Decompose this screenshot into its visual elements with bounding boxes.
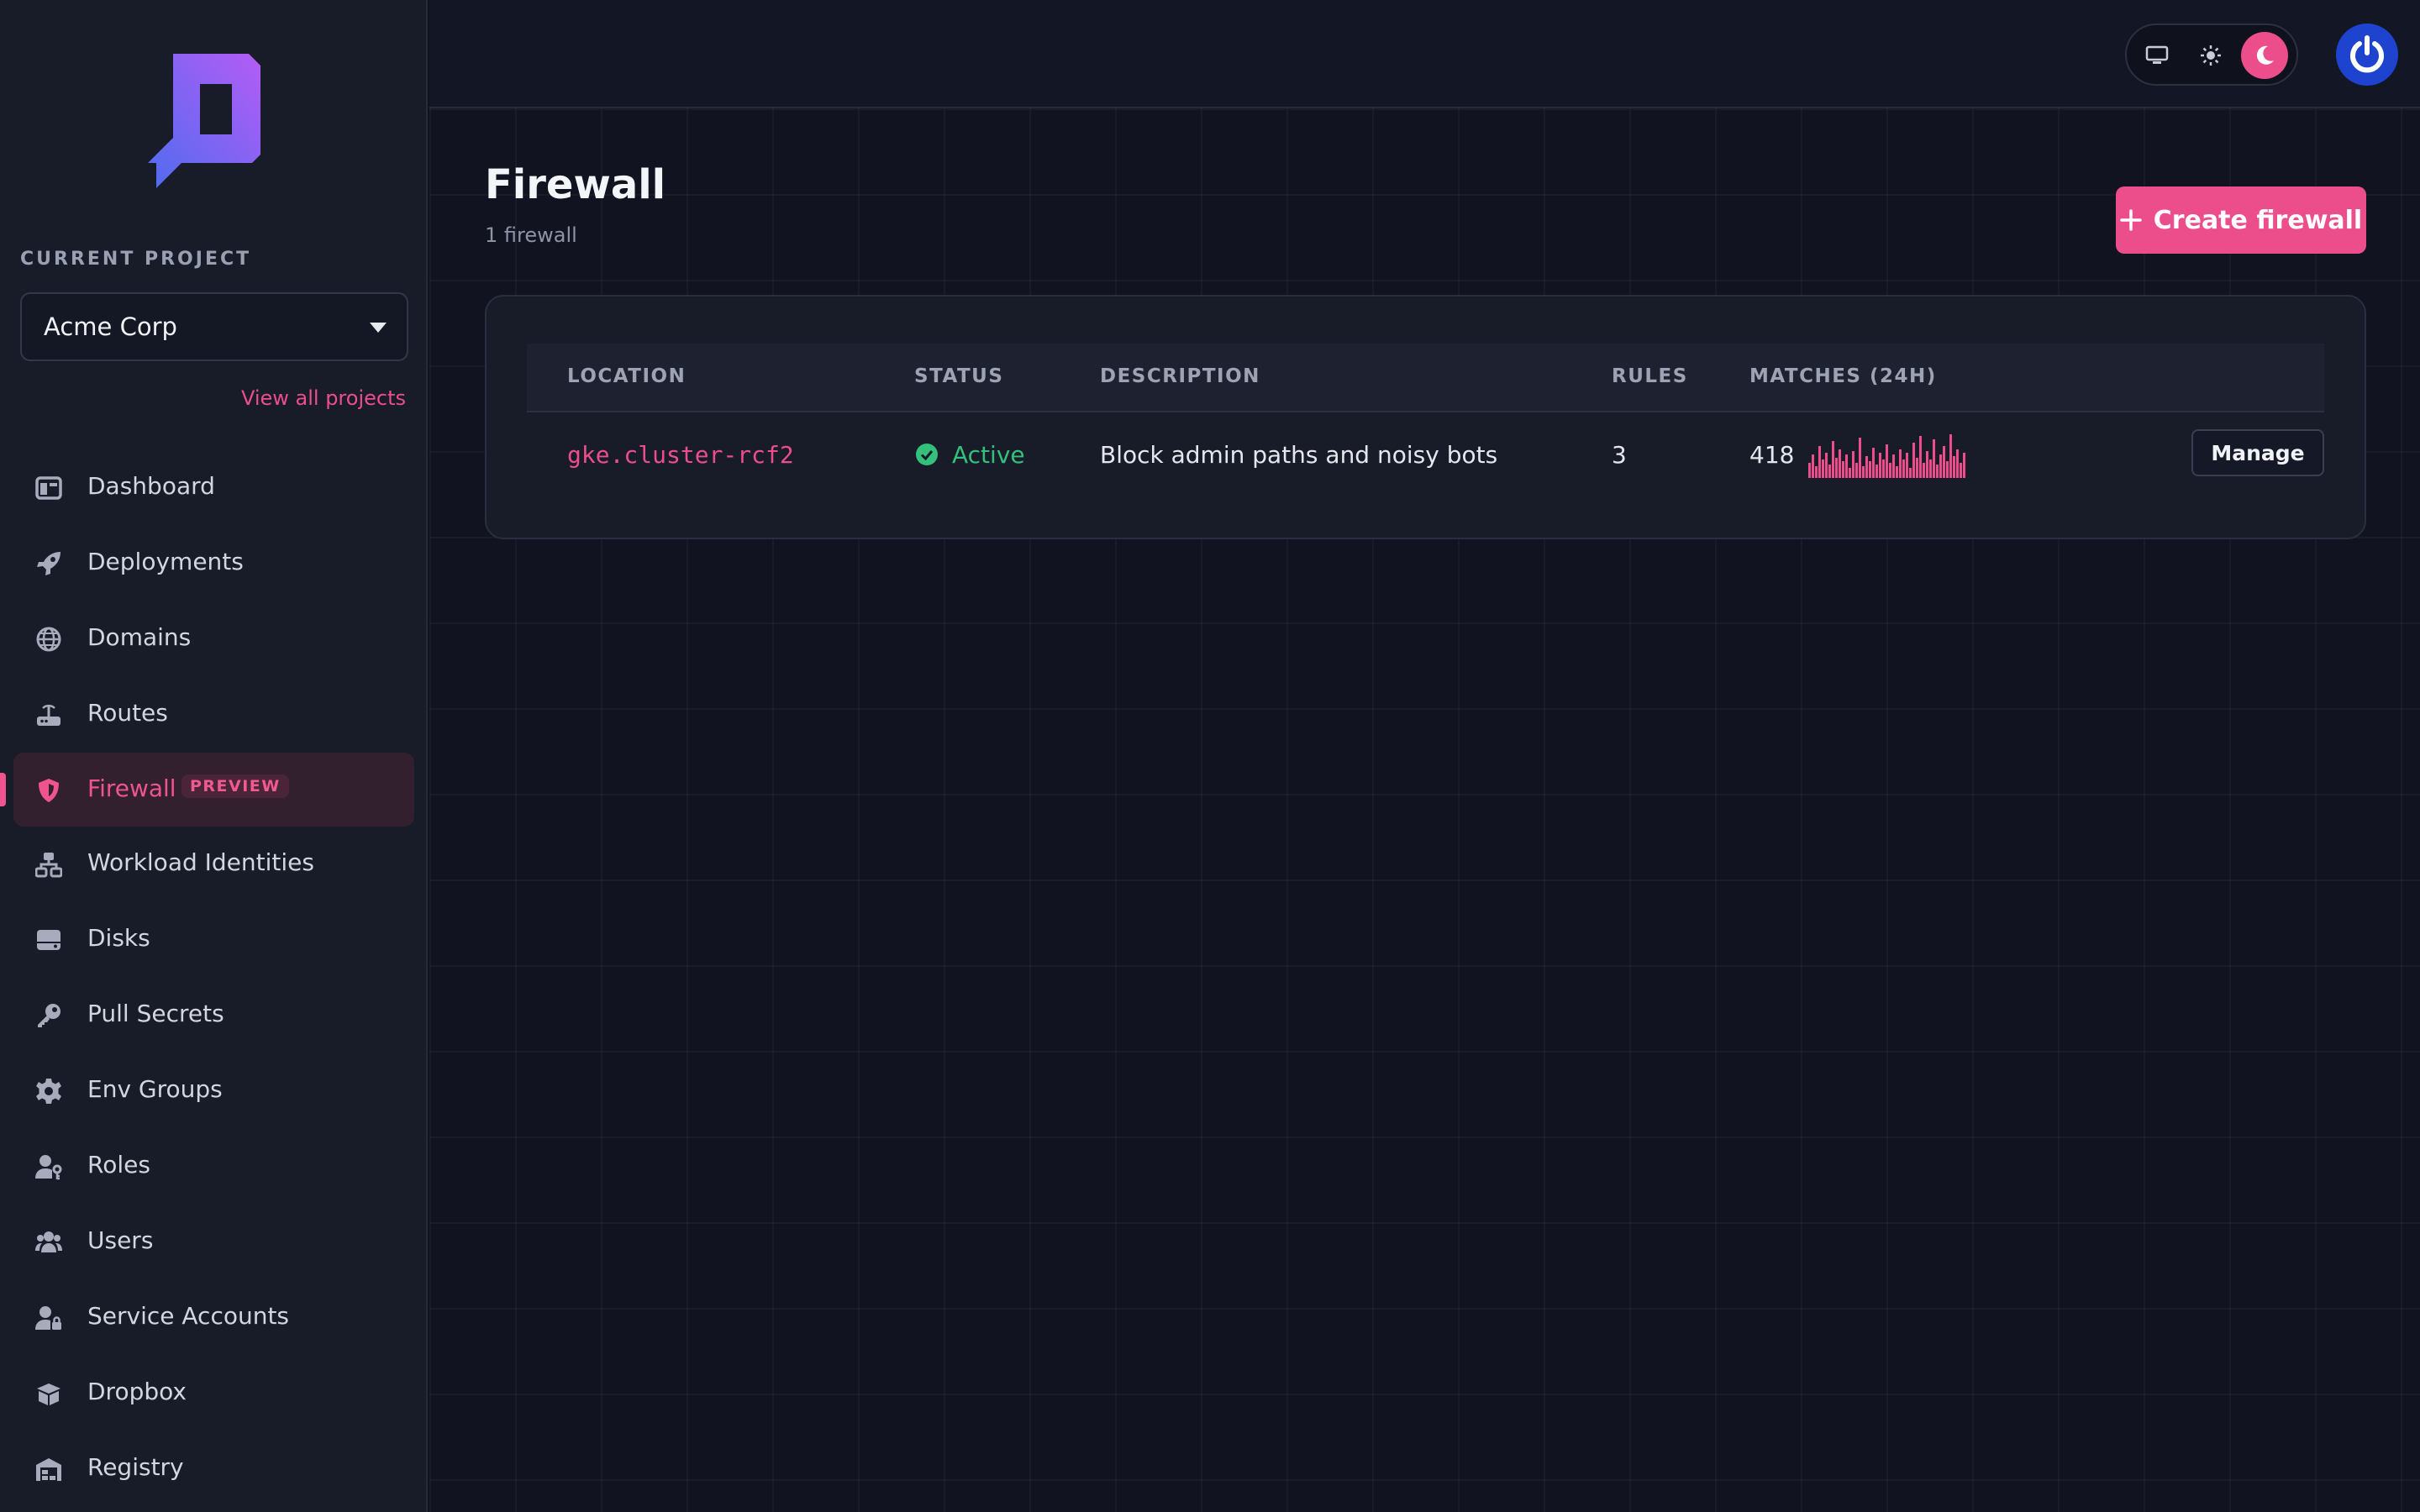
caret-down-icon bbox=[370, 323, 387, 333]
column-header-description: DESCRIPTION bbox=[1100, 365, 1260, 387]
column-header-location: LOCATION bbox=[567, 365, 687, 387]
sidebar-item-deployments[interactable]: Deployments bbox=[0, 526, 428, 601]
sidebar-item-label: Dashboard bbox=[87, 472, 215, 500]
sidebar-item-label: Service Accounts bbox=[87, 1302, 290, 1330]
sidebar-item-users[interactable]: Users bbox=[0, 1205, 428, 1280]
sidebar-item-domains[interactable]: Domains bbox=[0, 601, 428, 677]
sidebar-item-workload-identities[interactable]: Workload Identities bbox=[0, 827, 428, 902]
table-row[interactable]: gke.cluster-rcf2 Active Block admin path… bbox=[527, 412, 2324, 496]
sidebar-item-label: Users bbox=[87, 1226, 154, 1254]
sidebar-nav: Dashboard Deployments Domains Routes Fir… bbox=[0, 450, 428, 1507]
project-selector[interactable]: Acme Corp bbox=[20, 292, 408, 361]
manage-button[interactable]: Manage bbox=[2191, 429, 2324, 476]
sidebar-item-disks[interactable]: Disks bbox=[0, 902, 428, 978]
top-bar bbox=[429, 0, 2420, 108]
location-link[interactable]: gke.cluster-rcf2 bbox=[567, 441, 794, 469]
create-firewall-button[interactable]: Create firewall bbox=[2116, 186, 2366, 254]
page-title: Firewall bbox=[485, 161, 666, 208]
warehouse-icon bbox=[36, 1458, 61, 1481]
moon-icon bbox=[2256, 45, 2274, 65]
router-icon bbox=[37, 704, 60, 726]
page-subtitle: 1 firewall bbox=[485, 223, 577, 247]
sidebar-item-label: Dropbox bbox=[87, 1378, 187, 1405]
sidebar-item-label: Disks bbox=[87, 924, 150, 952]
sidebar-item-registry[interactable]: Registry bbox=[0, 1431, 428, 1507]
sidebar-item-routes[interactable]: Routes bbox=[0, 677, 428, 753]
sidebar-item-dashboard[interactable]: Dashboard bbox=[0, 450, 428, 526]
sidebar-item-label: Roles bbox=[87, 1151, 150, 1179]
sidebar-item-dropbox[interactable]: Dropbox bbox=[0, 1356, 428, 1431]
disk-icon bbox=[37, 930, 60, 950]
sidebar-item-label: Deployments bbox=[87, 548, 244, 575]
project-name: Acme Corp bbox=[44, 312, 177, 341]
sidebar: CURRENT PROJECT Acme Corp View all proje… bbox=[0, 0, 428, 1512]
user-lock-icon bbox=[35, 1306, 61, 1330]
key-icon bbox=[38, 1004, 60, 1027]
sidebar-item-label: Firewall bbox=[87, 774, 176, 802]
sidebar-item-label: Env Groups bbox=[87, 1075, 223, 1103]
system-theme-button[interactable] bbox=[2133, 32, 2181, 79]
firewall-table-card: LOCATION STATUS DESCRIPTION RULES MATCHE… bbox=[485, 295, 2366, 539]
table-header: LOCATION STATUS DESCRIPTION RULES MATCHE… bbox=[527, 344, 2324, 412]
globe-icon bbox=[36, 627, 61, 652]
rules-count: 3 bbox=[1612, 441, 1627, 469]
check-circle-icon bbox=[916, 444, 938, 465]
app-logo[interactable] bbox=[148, 54, 260, 188]
shield-icon bbox=[39, 779, 59, 802]
column-header-rules: RULES bbox=[1612, 365, 1688, 387]
monitor-icon bbox=[2145, 45, 2169, 64]
theme-switcher[interactable] bbox=[2125, 24, 2298, 86]
matches-count: 418 bbox=[1749, 441, 1795, 469]
box-icon bbox=[37, 1383, 60, 1405]
dark-theme-button[interactable] bbox=[2241, 32, 2288, 79]
users-icon bbox=[35, 1231, 62, 1252]
sidebar-item-label: Routes bbox=[87, 699, 168, 727]
column-header-matches: MATCHES (24H) bbox=[1749, 365, 1937, 387]
create-firewall-label: Create firewall bbox=[2153, 205, 2363, 235]
network-icon bbox=[35, 853, 62, 878]
sun-icon bbox=[2201, 45, 2221, 66]
sidebar-item-label: Workload Identities bbox=[87, 848, 314, 876]
user-key-icon bbox=[35, 1155, 62, 1180]
current-project-label: CURRENT PROJECT bbox=[20, 249, 252, 270]
description-cell: Block admin paths and noisy bots bbox=[1100, 441, 1498, 469]
light-theme-button[interactable] bbox=[2187, 32, 2234, 79]
column-header-status: STATUS bbox=[914, 365, 1004, 387]
active-indicator bbox=[0, 773, 6, 806]
plus-icon bbox=[2120, 209, 2142, 231]
dashboard-icon bbox=[35, 476, 62, 500]
sidebar-item-firewall[interactable]: Firewall PREVIEW bbox=[0, 753, 414, 827]
preview-badge: PREVIEW bbox=[182, 774, 289, 798]
sidebar-item-env-groups[interactable]: Env Groups bbox=[0, 1053, 428, 1129]
gear-icon bbox=[36, 1079, 61, 1104]
sidebar-item-label: Domains bbox=[87, 623, 192, 651]
sidebar-item-label: Registry bbox=[87, 1453, 184, 1481]
sidebar-item-pull-secrets[interactable]: Pull Secrets bbox=[0, 978, 428, 1053]
matches-sparkline bbox=[1808, 434, 1965, 478]
sidebar-item-label: Pull Secrets bbox=[87, 1000, 224, 1027]
sidebar-item-roles[interactable]: Roles bbox=[0, 1129, 428, 1205]
power-icon bbox=[2350, 35, 2384, 73]
user-avatar-button[interactable] bbox=[2336, 24, 2398, 86]
rocket-icon bbox=[37, 552, 60, 575]
view-all-projects-link[interactable]: View all projects bbox=[241, 386, 406, 410]
status-badge: Active bbox=[952, 441, 1025, 469]
sidebar-item-service-accounts[interactable]: Service Accounts bbox=[0, 1280, 428, 1356]
